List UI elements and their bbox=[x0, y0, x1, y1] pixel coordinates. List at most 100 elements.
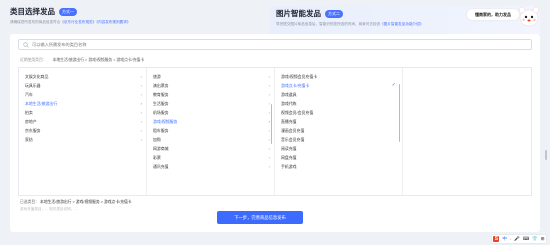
column-scrollbar-thumb[interactable] bbox=[398, 84, 400, 142]
category-item-label: 漫画会员充值 bbox=[281, 128, 305, 133]
column-scrollbar-thumb[interactable] bbox=[270, 104, 272, 144]
category-item[interactable]: 教育服务 › bbox=[147, 90, 274, 99]
category-column-level3: 游戏/视频会员充值卡游戏点卡/充值卡 ✓ 游戏道具游戏代练视频会员/会员充值 直播充值… bbox=[275, 68, 403, 195]
ime-logo-icon[interactable]: S bbox=[493, 236, 500, 242]
category-item[interactable]: 加购 › bbox=[147, 135, 274, 144]
category-item[interactable]: 视频会员/会员充值 bbox=[275, 108, 402, 117]
category-item-label: 汽车 bbox=[25, 92, 33, 97]
category-item[interactable]: 房地产 › bbox=[19, 117, 146, 126]
chevron-right-icon: › bbox=[268, 155, 270, 160]
category-item-label: 本地生活/旅游出行 bbox=[25, 101, 58, 106]
chevron-right-icon: › bbox=[140, 119, 142, 124]
chevron-right-icon: › bbox=[268, 137, 270, 142]
category-column-level4 bbox=[403, 68, 531, 195]
category-item[interactable]: 文娱文化商品 › bbox=[19, 72, 146, 81]
category-item-label: 游戏道具 bbox=[281, 92, 297, 97]
chevron-right-icon: › bbox=[140, 83, 142, 88]
mode-category-publish[interactable]: 类目选择发品 方式一 请确保您所发布的商品信息符合《京东行业发布规范》《内容发布… bbox=[10, 6, 270, 34]
mode-image-desc: 导完提交图片商品信息后，智能识别您所选的时间，商家可去检查《图片智能发品功能介绍… bbox=[276, 22, 424, 26]
toolbox-icon[interactable]: ⊞ bbox=[541, 236, 545, 242]
category-item[interactable]: 本地生活/旅游出行 › bbox=[19, 99, 146, 108]
category-item[interactable]: 旅游 › bbox=[147, 72, 274, 81]
category-item[interactable]: 拍卖 › bbox=[19, 108, 146, 117]
category-column-level1: 文娱文化商品 › 玩具乐器 › 汽车 › 本地生活/旅游出行 › 拍卖 › 房地产 › 京东服务 › 家纺 › bbox=[19, 68, 147, 195]
category-item[interactable]: 游戏道具 bbox=[275, 90, 402, 99]
category-item[interactable]: 直播充值 bbox=[275, 117, 402, 126]
category-item-label: 京东服务 bbox=[25, 128, 41, 133]
chevron-right-icon: › bbox=[140, 101, 142, 106]
category-panel: 近期使用类目： 本地生活/旅游出行 > 游戏/视频服务 > 游戏点卡/充值卡 文… bbox=[10, 34, 540, 232]
category-item-label: 游戏代练 bbox=[281, 101, 297, 106]
category-item[interactable]: 彩票 › bbox=[147, 153, 274, 162]
category-item[interactable]: 京东服务 › bbox=[19, 126, 146, 135]
category-item[interactable]: 玩具乐器 › bbox=[19, 81, 146, 90]
category-item-label: 房地产 bbox=[25, 119, 37, 124]
category-item[interactable]: 演出票务 › bbox=[147, 81, 274, 90]
check-icon: ✓ bbox=[391, 82, 396, 88]
category-item[interactable]: 网游商城 › bbox=[147, 144, 274, 153]
category-item-label: 彩票 bbox=[153, 155, 161, 160]
chevron-right-icon: › bbox=[268, 128, 270, 133]
mode-image-badge: 方式二 bbox=[325, 9, 343, 18]
image-publish-intro-link[interactable]: 《图片智能发品功能介绍》 bbox=[380, 22, 423, 26]
category-item[interactable]: 手机游戏 bbox=[275, 162, 402, 171]
selected-label: 已选类目： bbox=[20, 200, 39, 204]
category-item[interactable]: 通讯充值 › bbox=[147, 162, 274, 171]
category-item-label: 机场服务 bbox=[153, 110, 169, 115]
chevron-right-icon: › bbox=[268, 164, 270, 169]
category-item[interactable]: 游戏代练 bbox=[275, 99, 402, 108]
category-item[interactable]: 游戏/视频服务 › bbox=[147, 117, 274, 126]
mode-category-badge: 方式一 bbox=[59, 7, 77, 16]
page-scrollbar-thumb[interactable] bbox=[545, 150, 547, 160]
category-item-label: 拍卖 bbox=[25, 110, 33, 115]
category-note: 游戏充值类目，... 相关类目说明， ... bbox=[20, 207, 79, 211]
category-item[interactable]: 游戏/视频会员充值卡 bbox=[275, 72, 402, 81]
chevron-right-icon: › bbox=[268, 74, 270, 79]
category-item-label: 通讯充值 bbox=[153, 164, 169, 169]
mascot-icon bbox=[518, 6, 540, 27]
category-item-label: 阅读充值 bbox=[281, 146, 297, 151]
category-item[interactable]: 汽车 › bbox=[19, 90, 146, 99]
ime-lang-toggle[interactable]: 中 bbox=[502, 236, 507, 242]
recent-category-link[interactable]: 本地生活/旅游出行 > 游戏/视频服务 > 游戏点卡/充值卡 bbox=[53, 58, 145, 63]
category-item[interactable]: 游戏点卡/充值卡 ✓ bbox=[275, 81, 402, 90]
category-item[interactable]: 机场服务 › bbox=[147, 108, 274, 117]
recent-categories: 近期使用类目： 本地生活/旅游出行 > 游戏/视频服务 > 游戏点卡/充值卡 bbox=[20, 58, 144, 63]
ime-punct-toggle[interactable]: · bbox=[510, 237, 512, 242]
chevron-right-icon: › bbox=[268, 92, 270, 97]
category-item[interactable]: 阅读充值 bbox=[275, 144, 402, 153]
mode-category-title: 类目选择发品 bbox=[10, 7, 55, 16]
category-item-label: 游戏/视频服务 bbox=[153, 119, 178, 124]
category-item[interactable]: 网盘充值 bbox=[275, 153, 402, 162]
keyboard-icon[interactable]: ⌨ bbox=[523, 236, 530, 242]
chevron-right-icon: › bbox=[140, 137, 142, 142]
category-item-label: 教育服务 bbox=[153, 92, 169, 97]
category-item-label: 旅游 bbox=[153, 74, 161, 79]
mode-image-title: 图片智能发品 bbox=[276, 9, 321, 18]
chevron-right-icon: › bbox=[140, 110, 142, 115]
skin-icon[interactable]: 👕 bbox=[532, 236, 538, 242]
next-step-button[interactable]: 下一步，完善商品信息发布 bbox=[217, 211, 303, 224]
category-search-input[interactable] bbox=[32, 42, 531, 47]
mascot-speech-bubble: 懂商家的，助力发品 bbox=[467, 9, 519, 20]
category-item-label: 视频会员/会员充值 bbox=[281, 110, 314, 115]
search-icon bbox=[23, 41, 29, 48]
category-item[interactable]: 漫画会员充值 bbox=[275, 126, 402, 135]
publish-rules-link[interactable]: 《京东行业发布规范》 bbox=[60, 20, 96, 24]
selected-path: 本地生活/旅游出行 > 游戏/视频服务 > 游戏点卡/充值卡 bbox=[40, 200, 132, 204]
category-item[interactable]: 租车服务 › bbox=[147, 126, 274, 135]
category-item[interactable]: 生活服务 › bbox=[147, 99, 274, 108]
category-item-label: 网游商城 bbox=[153, 146, 169, 151]
content-rules-link[interactable]: 《内容发布规则要求》 bbox=[96, 20, 130, 24]
chevron-right-icon: › bbox=[140, 92, 142, 97]
category-item-label: 游戏/视频会员充值卡 bbox=[281, 74, 318, 79]
chevron-right-icon: › bbox=[268, 101, 270, 106]
category-search-box[interactable] bbox=[18, 39, 532, 50]
chevron-right-icon: › bbox=[268, 146, 270, 151]
category-columns: 文娱文化商品 › 玩具乐器 › 汽车 › 本地生活/旅游出行 › 拍卖 › 房地产 › 京东服务 › 家纺 ›… bbox=[18, 67, 532, 196]
category-item-label: 直播充值 bbox=[281, 119, 297, 124]
category-item[interactable]: 家纺 › bbox=[19, 135, 146, 144]
ime-toolbar[interactable]: S 中 · 🎤 ⌨ 👕 ⊞ bbox=[492, 235, 546, 243]
microphone-icon[interactable]: 🎤 bbox=[514, 236, 520, 242]
category-item[interactable]: 音乐会员充值 bbox=[275, 135, 402, 144]
